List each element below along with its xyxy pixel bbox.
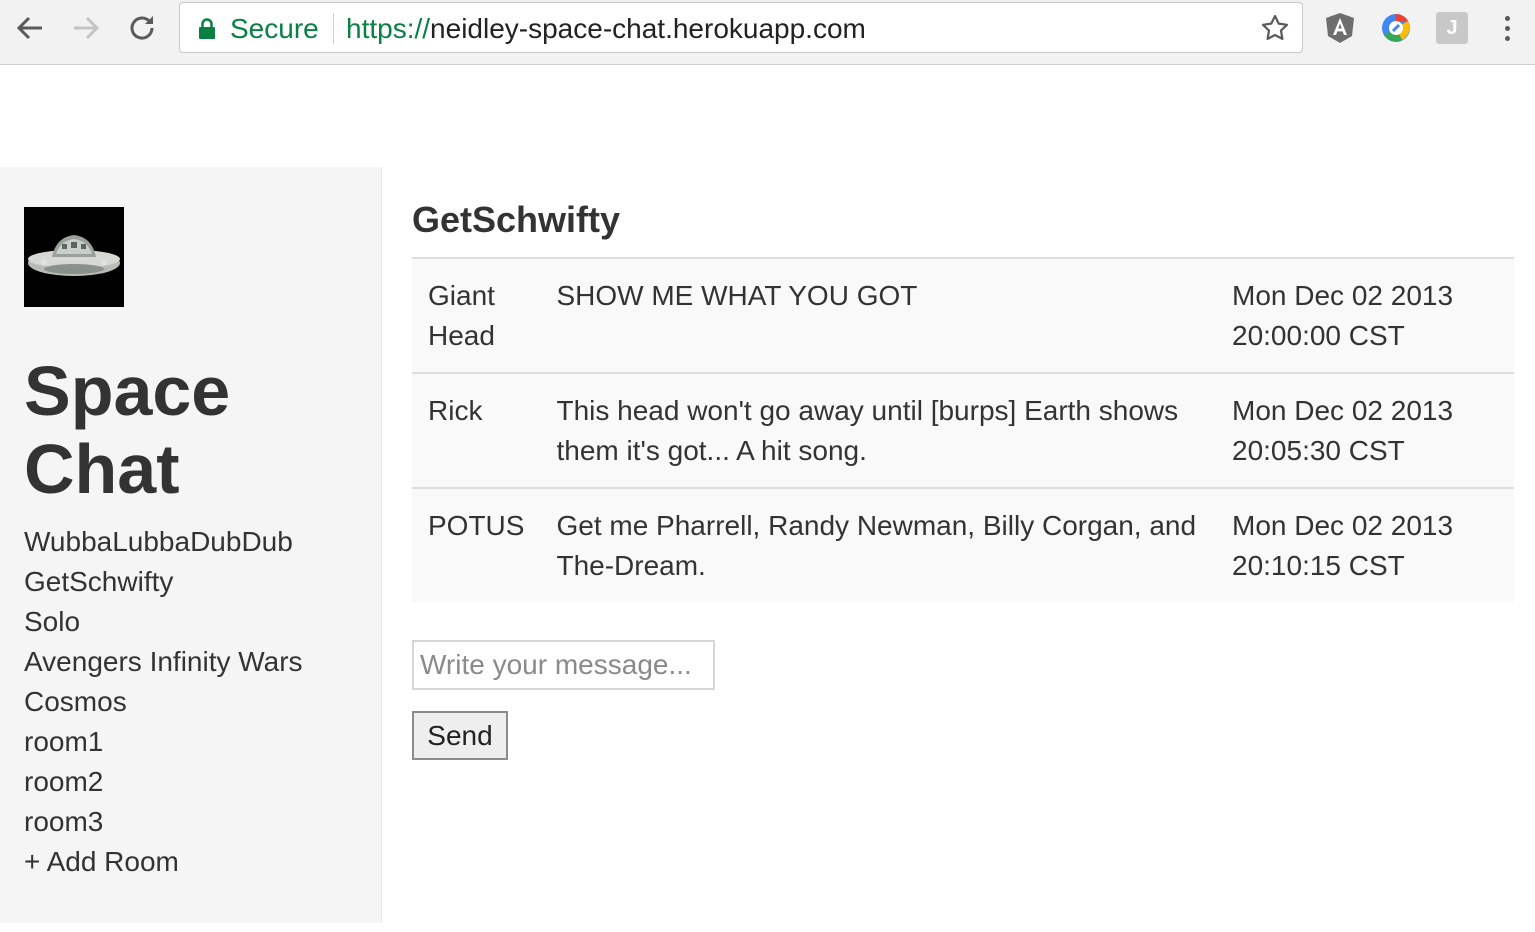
room-item-room3[interactable]: room3: [24, 802, 303, 842]
room-item-getschwifty[interactable]: GetSchwifty: [24, 562, 303, 602]
extension-angular[interactable]: [1324, 12, 1356, 44]
url-scheme: https://: [346, 13, 431, 44]
message-user: Giant Head: [412, 258, 541, 374]
message-row: Giant Head SHOW ME WHAT YOU GOT Mon Dec …: [412, 258, 1514, 374]
add-room-button[interactable]: + Add Room: [24, 842, 303, 882]
message-user: POTUS: [412, 488, 541, 602]
browser-toolbar: Secure https://neidley-space-chat.heroku…: [0, 0, 1535, 65]
back-button[interactable]: [14, 12, 46, 44]
message-row: POTUS Get me Pharrell, Randy Newman, Bil…: [412, 488, 1514, 602]
url-text[interactable]: https://neidley-space-chat.herokuapp.com: [346, 13, 866, 45]
forward-button[interactable]: [70, 12, 102, 44]
sidebar: Space Chat WubbaLubbaDubDub GetSchwifty …: [0, 167, 382, 923]
message-row: Rick This head won't go away until [burp…: [412, 373, 1514, 489]
room-item-room2[interactable]: room2: [24, 762, 303, 802]
extension-j-icon: J: [1436, 12, 1468, 44]
extension-j[interactable]: J: [1436, 12, 1468, 44]
extension-chrome-colors[interactable]: [1380, 12, 1412, 44]
app-title-line1: Space: [24, 352, 231, 430]
secure-label: Secure: [230, 13, 319, 44]
message-time: Mon Dec 02 2013 20:00:00 CST: [1216, 258, 1514, 374]
room-item-room1[interactable]: room1: [24, 722, 303, 762]
address-divider: [333, 13, 334, 44]
url-host: neidley-space-chat.herokuapp.com: [430, 13, 866, 44]
spaceship-icon: [24, 207, 124, 307]
app-title-line2: Chat: [24, 430, 180, 508]
reload-button[interactable]: [126, 12, 158, 44]
app-title: Space Chat: [24, 352, 230, 508]
send-button[interactable]: Send: [412, 711, 508, 760]
messages-table: Giant Head SHOW ME WHAT YOU GOT Mon Dec …: [412, 257, 1514, 602]
forward-arrow-icon: [74, 16, 100, 40]
room-item-wubbalubbadubdub[interactable]: WubbaLubbaDubDub: [24, 522, 303, 562]
room-item-avengers-infinity-wars[interactable]: Avengers Infinity Wars: [24, 642, 303, 682]
address-bar[interactable]: Secure https://neidley-space-chat.heroku…: [179, 2, 1303, 53]
spaceship-logo: [24, 207, 124, 307]
message-time: Mon Dec 02 2013 20:05:30 CST: [1216, 373, 1514, 489]
message-user: Rick: [412, 373, 541, 489]
room-item-solo[interactable]: Solo: [24, 602, 303, 642]
room-list: WubbaLubbaDubDub GetSchwifty Solo Avenge…: [24, 522, 303, 882]
message-input[interactable]: [412, 640, 715, 690]
room-title: GetSchwifty: [412, 199, 621, 240]
message-text: Get me Pharrell, Randy Newman, Billy Cor…: [540, 488, 1216, 602]
lock-icon: [199, 18, 215, 39]
bookmark-star-icon[interactable]: [1260, 13, 1290, 43]
back-arrow-icon: [16, 16, 42, 40]
message-text: SHOW ME WHAT YOU GOT: [540, 258, 1216, 374]
browser-menu-icon[interactable]: [1497, 12, 1517, 44]
angular-shield-icon: [1326, 13, 1354, 43]
reload-icon: [130, 16, 154, 40]
message-time: Mon Dec 02 2013 20:10:15 CST: [1216, 488, 1514, 602]
room-item-cosmos[interactable]: Cosmos: [24, 682, 303, 722]
colorful-circle-icon: [1382, 14, 1410, 42]
message-text: This head won't go away until [burps] Ea…: [540, 373, 1216, 489]
